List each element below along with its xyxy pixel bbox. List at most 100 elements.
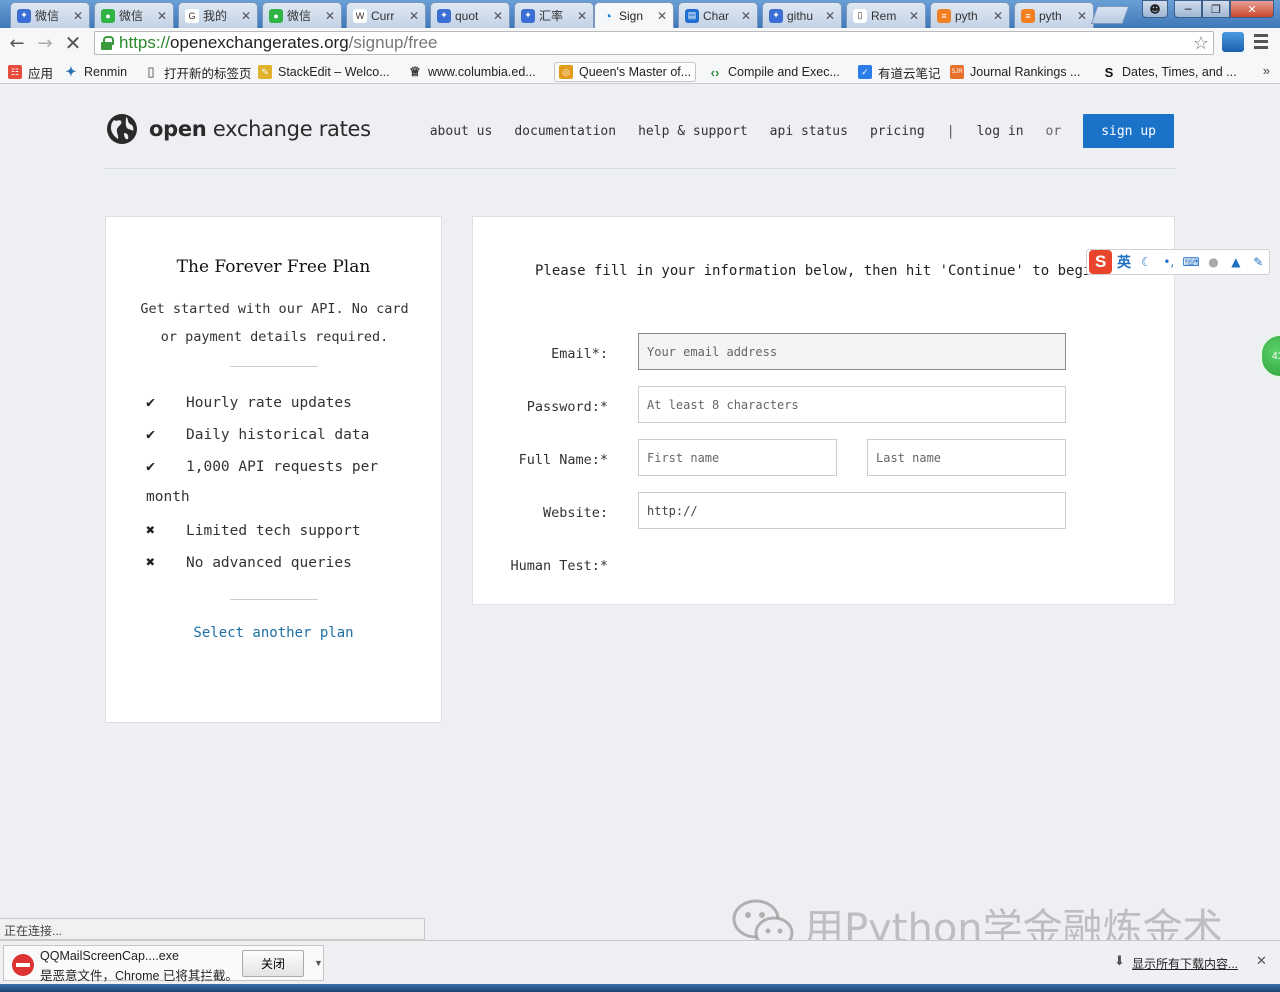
tab-7[interactable]: ◔ Sign ✕	[594, 2, 674, 28]
close-tab-icon[interactable]: ✕	[655, 9, 669, 23]
bookmark-item[interactable]: ◎ Queen's Master of...	[554, 62, 697, 82]
tab-5[interactable]: ✦ quot ✕	[430, 2, 510, 28]
tab-6[interactable]: ✦ 汇率 ✕	[514, 2, 594, 28]
download-icon: ⬇	[1114, 953, 1125, 968]
bookmark-item[interactable]: ✎ StackEdit – Welco...	[258, 62, 390, 82]
stackoverflow-icon: ≡	[1021, 8, 1035, 23]
plan-divider	[230, 366, 318, 367]
stop-loading-icon[interactable]: ✕	[62, 31, 84, 55]
forward-icon[interactable]: →	[34, 32, 56, 54]
wrench-icon[interactable]: ✎	[1248, 252, 1269, 272]
tab-4[interactable]: W Curr ✕	[346, 2, 426, 28]
bookmark-star-icon[interactable]: ☆	[1193, 33, 1209, 54]
bookmark-label: www.columbia.ed...	[428, 65, 536, 79]
close-tab-icon[interactable]: ✕	[575, 9, 589, 23]
nav-documentation[interactable]: documentation	[514, 124, 616, 139]
address-bar[interactable]: https://openexchangerates.org/signup/fre…	[94, 31, 1214, 55]
tab-0[interactable]: ✦ 微信 ✕	[10, 2, 90, 28]
maximize-button[interactable]: ❐	[1202, 0, 1230, 18]
tab-1[interactable]: ● 微信 ✕	[94, 2, 174, 28]
human-test-label: Human Test:*	[510, 558, 608, 574]
ime-language-toggle[interactable]: 英	[1113, 252, 1134, 272]
skin-icon[interactable]: ▲	[1225, 252, 1246, 272]
download-item[interactable]: QQMailScreenCap....exe 是恶意文件，Chrome 已将其拦…	[3, 945, 324, 983]
bookmark-item[interactable]: ☷ 应用	[8, 62, 53, 82]
keyboard-icon[interactable]: ⌨	[1180, 252, 1201, 272]
password-label: Password:*	[526, 399, 608, 415]
tab-10[interactable]: ▯ Rem ✕	[846, 2, 926, 28]
website-field[interactable]	[638, 492, 1066, 529]
ime-toolbar[interactable]: S 英 ☾ •, ⌨ ● ▲ ✎	[1086, 249, 1270, 275]
sign-up-button[interactable]: sign up	[1083, 114, 1174, 148]
last-name-field[interactable]	[867, 439, 1066, 476]
bookmark-item[interactable]: ✦ Renmin	[64, 62, 128, 82]
select-another-plan-link[interactable]: Select another plan	[106, 625, 441, 641]
tab-2[interactable]: G 我的 ✕	[178, 2, 258, 28]
lock-icon	[101, 36, 114, 50]
close-tab-icon[interactable]: ✕	[491, 9, 505, 23]
bookmark-item[interactable]: SJR Journal Rankings ...	[950, 62, 1080, 82]
close-tab-icon[interactable]: ✕	[71, 9, 85, 23]
bookmark-item[interactable]: ✓ 有道云笔记	[858, 62, 941, 82]
site-logo[interactable]: open exchange rates	[105, 112, 371, 146]
page-content: open exchange rates about us documentati…	[0, 85, 1280, 918]
nav-log-in[interactable]: log in	[977, 124, 1024, 139]
close-icon[interactable]: ✕	[1256, 953, 1267, 969]
first-name-field[interactable]	[638, 439, 837, 476]
url-host: openexchangerates.org	[170, 33, 349, 52]
bookmark-item[interactable]: S Dates, Times, and ...	[1102, 62, 1237, 82]
paw-icon: ✦	[17, 8, 31, 23]
password-field[interactable]	[638, 386, 1066, 423]
new-tab-button[interactable]	[1090, 6, 1130, 24]
nav-about-us[interactable]: about us	[430, 124, 493, 139]
tab-3[interactable]: ● 微信 ✕	[262, 2, 342, 28]
bookmark-item[interactable]: ♕ www.columbia.ed...	[408, 62, 536, 82]
bookmark-item[interactable]: ▯ 打开新的标签页	[144, 62, 251, 82]
book-icon: ▤	[685, 8, 699, 23]
punctuation-icon[interactable]: •,	[1158, 252, 1179, 272]
close-tab-icon[interactable]: ✕	[823, 9, 837, 23]
nav-or-text: or	[1045, 123, 1062, 139]
minimize-button[interactable]: ─	[1174, 0, 1202, 18]
bookmarks-overflow-icon[interactable]: »	[1263, 63, 1270, 78]
status-bar: 正在连接...	[0, 918, 425, 940]
nav-help-support[interactable]: help & support	[638, 124, 748, 139]
close-tab-icon[interactable]: ✕	[407, 9, 421, 23]
close-tab-icon[interactable]: ✕	[323, 9, 337, 23]
back-icon[interactable]: ←	[6, 32, 28, 54]
nav-pricing[interactable]: pricing	[870, 124, 925, 139]
tab-12[interactable]: ≡ pyth ✕	[1014, 2, 1094, 28]
plan-title: The Forever Free Plan	[176, 257, 371, 277]
close-tab-icon[interactable]: ✕	[907, 9, 921, 23]
bookmark-label: Renmin	[84, 65, 128, 79]
chevron-down-icon[interactable]: ▼	[314, 958, 323, 968]
bookmark-item[interactable]: ‹› Compile and Exec...	[708, 62, 840, 82]
tab-title: 微信	[35, 9, 60, 23]
close-tab-icon[interactable]: ✕	[1075, 9, 1089, 23]
tab-9[interactable]: ✦ githu ✕	[762, 2, 842, 28]
user-icon[interactable]: ●	[1203, 252, 1224, 272]
show-all-downloads-link[interactable]: 显示所有下载内容...	[1132, 955, 1238, 972]
extension-icon[interactable]	[1222, 32, 1244, 52]
close-tab-icon[interactable]: ✕	[155, 9, 169, 23]
moon-icon[interactable]: ☾	[1136, 252, 1157, 272]
menu-icon[interactable]	[1254, 34, 1268, 50]
tab-8[interactable]: ▤ Char ✕	[678, 2, 758, 28]
sogou-icon[interactable]: S	[1089, 250, 1113, 274]
user-icon[interactable]: ☻	[1142, 0, 1168, 18]
download-dismiss-button[interactable]: 关闭	[242, 950, 304, 977]
close-tab-icon[interactable]: ✕	[991, 9, 1005, 23]
close-tab-icon[interactable]: ✕	[739, 9, 753, 23]
paw-icon: ✦	[769, 8, 783, 23]
close-window-button[interactable]: ✕	[1230, 0, 1274, 18]
bookmark-label: 应用	[28, 66, 54, 81]
url-path: /signup/free	[348, 33, 438, 52]
signup-form-card: Please fill in your information below, t…	[472, 216, 1175, 605]
tab-11[interactable]: ≡ pyth ✕	[930, 2, 1010, 28]
stackoverflow-icon: ≡	[937, 8, 951, 23]
close-tab-icon[interactable]: ✕	[239, 9, 253, 23]
nav-api-status[interactable]: api status	[770, 124, 848, 139]
tab-title: Sign	[619, 8, 644, 23]
crown-icon: ♕	[409, 64, 421, 79]
email-field[interactable]	[638, 333, 1066, 370]
